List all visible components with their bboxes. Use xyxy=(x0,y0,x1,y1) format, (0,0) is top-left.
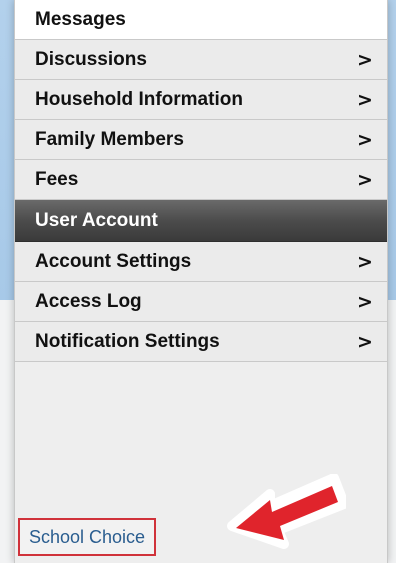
menu-item-fees[interactable]: Fees > xyxy=(15,160,387,200)
chevron-right-icon: > xyxy=(357,250,373,273)
chevron-right-icon: > xyxy=(357,168,373,191)
menu-item-label: Notification Settings xyxy=(35,330,220,352)
menu-item-label: Discussions xyxy=(35,48,147,70)
menu-item-label: Household Information xyxy=(35,88,243,110)
chevron-right-icon: > xyxy=(357,290,373,313)
menu-item-discussions[interactable]: Discussions > xyxy=(15,40,387,80)
school-choice-link[interactable]: School Choice xyxy=(18,518,157,556)
menu-item-label: Messages xyxy=(35,8,126,30)
chevron-right-icon: > xyxy=(357,88,373,111)
menu-item-family-members[interactable]: Family Members > xyxy=(15,120,387,160)
menu-item-account-settings[interactable]: Account Settings > xyxy=(15,242,387,282)
menu-item-label: Access Log xyxy=(35,290,142,312)
chevron-right-icon: > xyxy=(357,128,373,151)
menu-item-label: Family Members xyxy=(35,128,184,150)
chevron-right-icon: > xyxy=(357,48,373,71)
menu-item-messages[interactable]: Messages xyxy=(15,0,387,40)
menu-item-access-log[interactable]: Access Log > xyxy=(15,282,387,322)
red-arrow-icon xyxy=(227,474,346,549)
section-header-user-account: User Account xyxy=(15,200,387,242)
menu-item-label: Fees xyxy=(35,168,79,190)
menu-item-label: Account Settings xyxy=(35,250,192,272)
chevron-right-icon: > xyxy=(357,330,373,353)
menu-item-notification-settings[interactable]: Notification Settings > xyxy=(15,322,387,362)
menu-item-household-information[interactable]: Household Information > xyxy=(15,80,387,120)
